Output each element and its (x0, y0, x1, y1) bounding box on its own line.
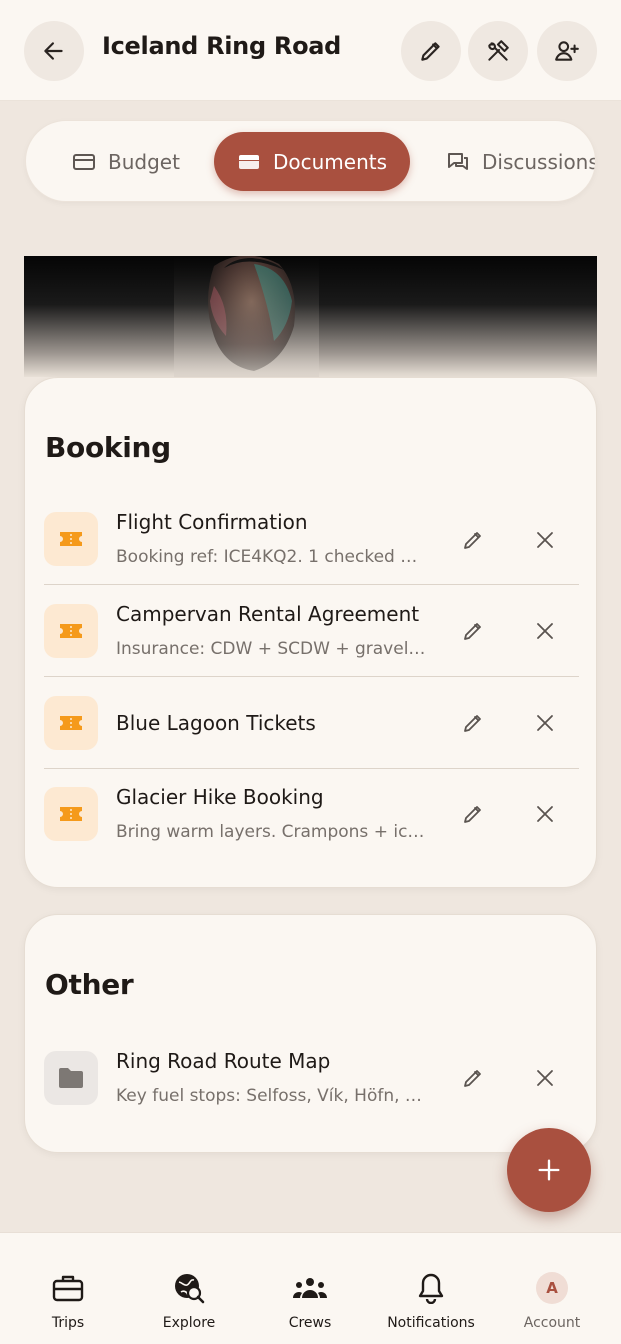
pencil-icon (464, 806, 481, 823)
plus-icon (538, 1159, 560, 1181)
document-row[interactable]: Glacier Hike Booking Bring warm layers. … (44, 768, 579, 860)
pencil-icon (464, 715, 481, 732)
page-title: Iceland Ring Road (102, 32, 342, 60)
nav-label: Explore (162, 1315, 216, 1331)
other-section-card: Other Ring Road Route Map Key fuel stops… (24, 914, 597, 1153)
globe-search-icon (175, 1274, 205, 1304)
close-icon (537, 715, 553, 731)
edit-trip-button[interactable] (401, 21, 461, 81)
booking-section-card: Booking Flight Confirmation Booking ref:… (24, 377, 597, 888)
nav-label: Account (523, 1315, 581, 1331)
nav-label: Crews (288, 1315, 332, 1331)
close-icon (537, 1070, 553, 1086)
ticket-icon (44, 787, 98, 841)
ticket-icon (44, 696, 98, 750)
edit-document-button[interactable] (453, 703, 493, 743)
section-tabs: Budget Documents Discussions (25, 120, 596, 202)
nav-account[interactable]: A Account (490, 1233, 614, 1344)
section-title: Other (45, 968, 134, 1001)
app-header: Iceland Ring Road (0, 0, 621, 101)
document-name: Blue Lagoon Tickets (116, 711, 316, 735)
edit-document-button[interactable] (453, 794, 493, 834)
ticket-icon (44, 604, 98, 658)
arrow-left-icon (44, 42, 63, 60)
document-description: Key fuel stops: Selfoss, Vík, Höfn, Egil… (116, 1086, 426, 1106)
group-icon (293, 1278, 327, 1298)
document-name: Glacier Hike Booking (116, 785, 324, 809)
pencil-icon (464, 623, 481, 640)
ticket-icon (44, 512, 98, 566)
document-name: Flight Confirmation (116, 510, 308, 534)
nav-trips[interactable]: Trips (6, 1233, 130, 1344)
remove-document-button[interactable] (525, 703, 565, 743)
close-icon (537, 806, 553, 822)
nav-notifications[interactable]: Notifications (369, 1233, 493, 1344)
remove-document-button[interactable] (525, 1058, 565, 1098)
tab-budget[interactable]: Budget (72, 132, 212, 191)
back-button[interactable] (24, 21, 84, 81)
bell-icon (418, 1273, 444, 1304)
edit-document-button[interactable] (453, 611, 493, 651)
credit-card-icon (73, 153, 95, 170)
add-document-button[interactable] (507, 1128, 591, 1212)
edit-document-button[interactable] (453, 1058, 493, 1098)
document-description: Booking ref: ICE4KQ2. 1 checked bag each… (116, 547, 426, 567)
tab-documents-label: Documents (272, 149, 388, 174)
document-row[interactable]: Campervan Rental Agreement Insurance: CD… (44, 585, 579, 677)
tab-discussions-label: Discussions (482, 149, 596, 174)
document-row[interactable]: Ring Road Route Map Key fuel stops: Self… (44, 1032, 579, 1124)
briefcase-icon (52, 1275, 84, 1302)
invite-member-button[interactable] (537, 21, 597, 81)
document-row[interactable]: Flight Confirmation Booking ref: ICE4KQ2… (44, 493, 579, 585)
pencil-icon (421, 42, 440, 61)
tools-icon (488, 40, 509, 61)
avatar: A (536, 1272, 568, 1304)
bottom-navigation: Trips Explore Crews Notifications A Acco… (0, 1232, 621, 1344)
document-description: Bring warm layers. Crampons + ice axe pr… (116, 822, 426, 842)
pencil-icon (464, 532, 481, 549)
section-title: Booking (45, 431, 171, 464)
close-icon (537, 532, 553, 548)
document-name: Campervan Rental Agreement (116, 602, 420, 626)
tab-documents[interactable]: Documents (214, 132, 410, 191)
add-person-icon (555, 41, 579, 61)
tab-discussions[interactable]: Discussions (446, 132, 596, 191)
pencil-icon (464, 1070, 481, 1087)
folder-icon (44, 1051, 98, 1105)
tab-budget-label: Budget (108, 149, 180, 174)
wallet-icon (238, 154, 259, 169)
document-row[interactable]: Blue Lagoon Tickets (44, 677, 579, 769)
remove-document-button[interactable] (525, 611, 565, 651)
document-name: Ring Road Route Map (116, 1049, 331, 1073)
trip-tools-button[interactable] (468, 21, 528, 81)
remove-document-button[interactable] (525, 794, 565, 834)
person-photo (174, 256, 319, 377)
remove-document-button[interactable] (525, 520, 565, 560)
edit-document-button[interactable] (453, 520, 493, 560)
nav-explore[interactable]: Explore (127, 1233, 251, 1344)
nav-label: Trips (51, 1315, 85, 1331)
document-description: Insurance: CDW + SCDW + gravel protectio… (116, 639, 426, 659)
close-icon (537, 623, 553, 639)
nav-label: Notifications (387, 1315, 475, 1331)
chat-icon (448, 152, 468, 170)
nav-crews[interactable]: Crews (248, 1233, 372, 1344)
trip-cover-image (24, 256, 597, 377)
